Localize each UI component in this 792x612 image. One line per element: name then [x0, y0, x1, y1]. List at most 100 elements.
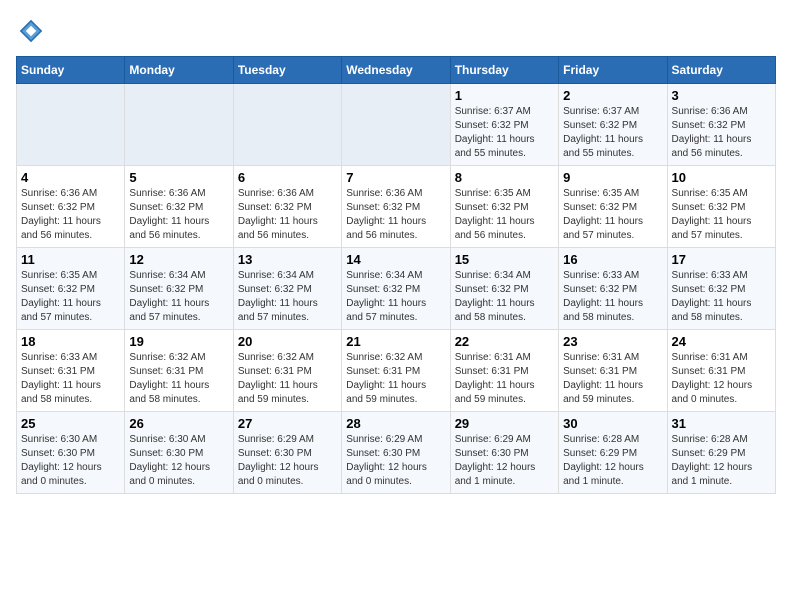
day-number: 8 [455, 170, 554, 185]
day-number: 1 [455, 88, 554, 103]
day-number: 10 [672, 170, 771, 185]
day-info: Sunrise: 6:34 AM Sunset: 6:32 PM Dayligh… [129, 269, 228, 325]
calendar-cell: 17 Sunrise: 6:33 AM Sunset: 6:32 PM Dayli… [667, 248, 775, 330]
calendar-cell: 25 Sunrise: 6:30 AM Sunset: 6:30 PM Dayli… [17, 412, 125, 494]
day-number: 17 [672, 252, 771, 267]
calendar-cell: 7 Sunrise: 6:36 AM Sunset: 6:32 PM Daylig… [342, 166, 450, 248]
day-number: 4 [21, 170, 120, 185]
day-info: Sunrise: 6:37 AM Sunset: 6:32 PM Dayligh… [455, 105, 554, 161]
day-number: 25 [21, 416, 120, 431]
calendar-cell: 19 Sunrise: 6:32 AM Sunset: 6:31 PM Dayli… [125, 330, 233, 412]
day-info: Sunrise: 6:32 AM Sunset: 6:31 PM Dayligh… [129, 351, 228, 407]
day-info: Sunrise: 6:29 AM Sunset: 6:30 PM Dayligh… [455, 433, 554, 489]
day-number: 9 [563, 170, 662, 185]
calendar-cell: 20Sunrise: 6:32 AM Sunset: 6:31 PM Dayli… [233, 330, 341, 412]
calendar-cell: 27Sunrise: 6:29 AM Sunset: 6:30 PM Dayli… [233, 412, 341, 494]
calendar-cell: 22 Sunrise: 6:31 AM Sunset: 6:31 PM Dayli… [450, 330, 558, 412]
calendar-cell [125, 84, 233, 166]
calendar-cell: 30 Sunrise: 6:28 AM Sunset: 6:29 PM Dayli… [559, 412, 667, 494]
day-info: Sunrise: 6:35 AM Sunset: 6:32 PM Dayligh… [563, 187, 662, 243]
day-info: Sunrise: 6:28 AM Sunset: 6:29 PM Dayligh… [563, 433, 662, 489]
day-number: 13 [238, 252, 337, 267]
day-info: Sunrise: 6:35 AM Sunset: 6:32 PM Dayligh… [21, 269, 120, 325]
day-info: Sunrise: 6:33 AM Sunset: 6:32 PM Dayligh… [672, 269, 771, 325]
calendar-cell [342, 84, 450, 166]
day-number: 30 [563, 416, 662, 431]
day-info: Sunrise: 6:32 AM Sunset: 6:31 PM Dayligh… [346, 351, 445, 407]
calendar-cell: 23Sunrise: 6:31 AM Sunset: 6:31 PM Dayli… [559, 330, 667, 412]
day-info: Sunrise: 6:36 AM Sunset: 6:32 PM Dayligh… [129, 187, 228, 243]
header-day-thursday: Thursday [450, 57, 558, 84]
day-info: Sunrise: 6:31 AM Sunset: 6:31 PM Dayligh… [563, 351, 662, 407]
day-number: 21 [346, 334, 445, 349]
calendar-cell: 18Sunrise: 6:33 AM Sunset: 6:31 PM Dayli… [17, 330, 125, 412]
calendar-cell: 1 Sunrise: 6:37 AM Sunset: 6:32 PM Daylig… [450, 84, 558, 166]
day-number: 3 [672, 88, 771, 103]
calendar-cell: 8 Sunrise: 6:35 AM Sunset: 6:32 PM Daylig… [450, 166, 558, 248]
calendar-cell: 31 Sunrise: 6:28 AM Sunset: 6:29 PM Dayli… [667, 412, 775, 494]
day-info: Sunrise: 6:29 AM Sunset: 6:30 PM Dayligh… [346, 433, 445, 489]
day-info: Sunrise: 6:33 AM Sunset: 6:32 PM Dayligh… [563, 269, 662, 325]
day-number: 19 [129, 334, 228, 349]
calendar-cell: 26Sunrise: 6:30 AM Sunset: 6:30 PM Dayli… [125, 412, 233, 494]
day-number: 2 [563, 88, 662, 103]
calendar-cell: 10 Sunrise: 6:35 AM Sunset: 6:32 PM Dayli… [667, 166, 775, 248]
header-day-saturday: Saturday [667, 57, 775, 84]
day-info: Sunrise: 6:34 AM Sunset: 6:32 PM Dayligh… [238, 269, 337, 325]
day-number: 27 [238, 416, 337, 431]
header [16, 16, 776, 46]
logo [16, 16, 50, 46]
day-number: 28 [346, 416, 445, 431]
day-info: Sunrise: 6:31 AM Sunset: 6:31 PM Dayligh… [455, 351, 554, 407]
calendar-week-row: 25 Sunrise: 6:30 AM Sunset: 6:30 PM Dayli… [17, 412, 776, 494]
day-number: 5 [129, 170, 228, 185]
day-info: Sunrise: 6:35 AM Sunset: 6:32 PM Dayligh… [672, 187, 771, 243]
calendar-cell: 6 Sunrise: 6:36 AM Sunset: 6:32 PM Daylig… [233, 166, 341, 248]
day-info: Sunrise: 6:28 AM Sunset: 6:29 PM Dayligh… [672, 433, 771, 489]
day-number: 18 [21, 334, 120, 349]
day-number: 26 [129, 416, 228, 431]
calendar-cell: 9 Sunrise: 6:35 AM Sunset: 6:32 PM Daylig… [559, 166, 667, 248]
day-info: Sunrise: 6:37 AM Sunset: 6:32 PM Dayligh… [563, 105, 662, 161]
day-number: 20 [238, 334, 337, 349]
calendar-cell: 14 Sunrise: 6:34 AM Sunset: 6:32 PM Dayli… [342, 248, 450, 330]
header-day-wednesday: Wednesday [342, 57, 450, 84]
day-number: 15 [455, 252, 554, 267]
calendar-cell: 4Sunrise: 6:36 AM Sunset: 6:32 PM Daylig… [17, 166, 125, 248]
day-info: Sunrise: 6:36 AM Sunset: 6:32 PM Dayligh… [238, 187, 337, 243]
calendar-week-row: 18Sunrise: 6:33 AM Sunset: 6:31 PM Dayli… [17, 330, 776, 412]
calendar-header-row: SundayMondayTuesdayWednesdayThursdayFrid… [17, 57, 776, 84]
day-info: Sunrise: 6:34 AM Sunset: 6:32 PM Dayligh… [455, 269, 554, 325]
day-info: Sunrise: 6:36 AM Sunset: 6:32 PM Dayligh… [346, 187, 445, 243]
calendar-cell: 2 Sunrise: 6:37 AM Sunset: 6:32 PM Daylig… [559, 84, 667, 166]
header-day-friday: Friday [559, 57, 667, 84]
calendar-cell [233, 84, 341, 166]
calendar-cell: 29Sunrise: 6:29 AM Sunset: 6:30 PM Dayli… [450, 412, 558, 494]
day-number: 11 [21, 252, 120, 267]
calendar-cell: 11 Sunrise: 6:35 AM Sunset: 6:32 PM Dayli… [17, 248, 125, 330]
day-number: 6 [238, 170, 337, 185]
calendar-week-row: 1 Sunrise: 6:37 AM Sunset: 6:32 PM Daylig… [17, 84, 776, 166]
day-number: 12 [129, 252, 228, 267]
calendar-cell: 24 Sunrise: 6:31 AM Sunset: 6:31 PM Dayli… [667, 330, 775, 412]
day-number: 14 [346, 252, 445, 267]
day-info: Sunrise: 6:35 AM Sunset: 6:32 PM Dayligh… [455, 187, 554, 243]
calendar-cell: 15 Sunrise: 6:34 AM Sunset: 6:32 PM Dayli… [450, 248, 558, 330]
calendar-table: SundayMondayTuesdayWednesdayThursdayFrid… [16, 56, 776, 494]
calendar-week-row: 11 Sunrise: 6:35 AM Sunset: 6:32 PM Dayli… [17, 248, 776, 330]
calendar-cell: 13 Sunrise: 6:34 AM Sunset: 6:32 PM Dayli… [233, 248, 341, 330]
day-number: 31 [672, 416, 771, 431]
day-info: Sunrise: 6:30 AM Sunset: 6:30 PM Dayligh… [21, 433, 120, 489]
day-number: 7 [346, 170, 445, 185]
day-info: Sunrise: 6:31 AM Sunset: 6:31 PM Dayligh… [672, 351, 771, 407]
day-number: 24 [672, 334, 771, 349]
calendar-cell [17, 84, 125, 166]
calendar-cell: 21 Sunrise: 6:32 AM Sunset: 6:31 PM Dayli… [342, 330, 450, 412]
header-day-tuesday: Tuesday [233, 57, 341, 84]
day-number: 16 [563, 252, 662, 267]
calendar-week-row: 4 Sunrise: 6:36 AM Sunset: 6:32 PM Daylig… [17, 166, 776, 248]
calendar-cell: 5 Sunrise: 6:36 AM Sunset: 6:32 PM Daylig… [125, 166, 233, 248]
day-info: Sunrise: 6:34 AM Sunset: 6:32 PM Dayligh… [346, 269, 445, 325]
header-day-monday: Monday [125, 57, 233, 84]
day-number: 22 [455, 334, 554, 349]
